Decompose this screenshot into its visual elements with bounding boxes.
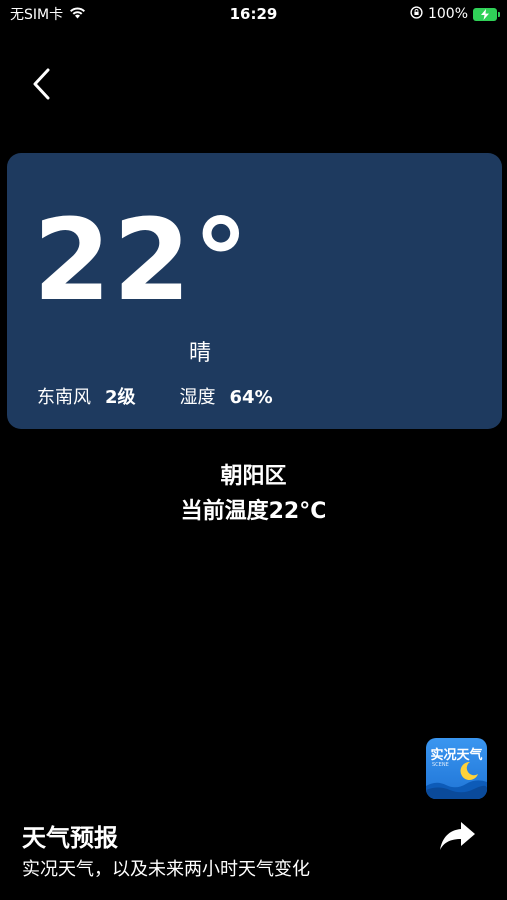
forecast-subtitle: 实况天气，以及未来两小时天气变化 (22, 859, 310, 880)
moon-cloud-icon (426, 738, 487, 799)
chevron-left-icon (32, 68, 52, 104)
back-button[interactable] (22, 64, 62, 108)
current-temperature: 当前温度22°C (180, 499, 327, 524)
share-arrow-icon (439, 820, 477, 856)
temperature-display: 22° (33, 196, 251, 326)
humidity-value: 64% (229, 387, 273, 408)
wifi-icon (69, 6, 86, 23)
status-right: 100% (410, 5, 500, 23)
wind-value: 2级 (105, 387, 136, 408)
share-button[interactable] (438, 820, 478, 856)
carrier-label: 无SIM卡 (10, 7, 64, 23)
wind-label: 东南风 (37, 387, 91, 408)
district-name: 朝阳区 (220, 464, 287, 489)
rotation-lock-icon (410, 5, 423, 23)
wind-humidity-row: 东南风 2级 湿度 64% (37, 383, 273, 409)
status-bar: 无SIM卡 16:29 100% (0, 0, 507, 28)
app-icon[interactable]: 实况天气 SCENE (426, 738, 487, 799)
humidity-label: 湿度 (179, 387, 216, 408)
weather-card: 22° 晴 东南风 2级 湿度 64% (7, 153, 502, 429)
forecast-title: 天气预报 (22, 824, 118, 852)
weather-screen: 无SIM卡 16:29 100% 22° 晴 东南风 2级 湿度 64% 朝阳区… (0, 0, 507, 900)
status-left: 无SIM卡 (10, 4, 86, 24)
weather-condition: 晴 (189, 341, 212, 366)
status-time: 16:29 (229, 5, 278, 23)
battery-charging-icon (473, 7, 500, 21)
battery-percent: 100% (427, 6, 468, 22)
